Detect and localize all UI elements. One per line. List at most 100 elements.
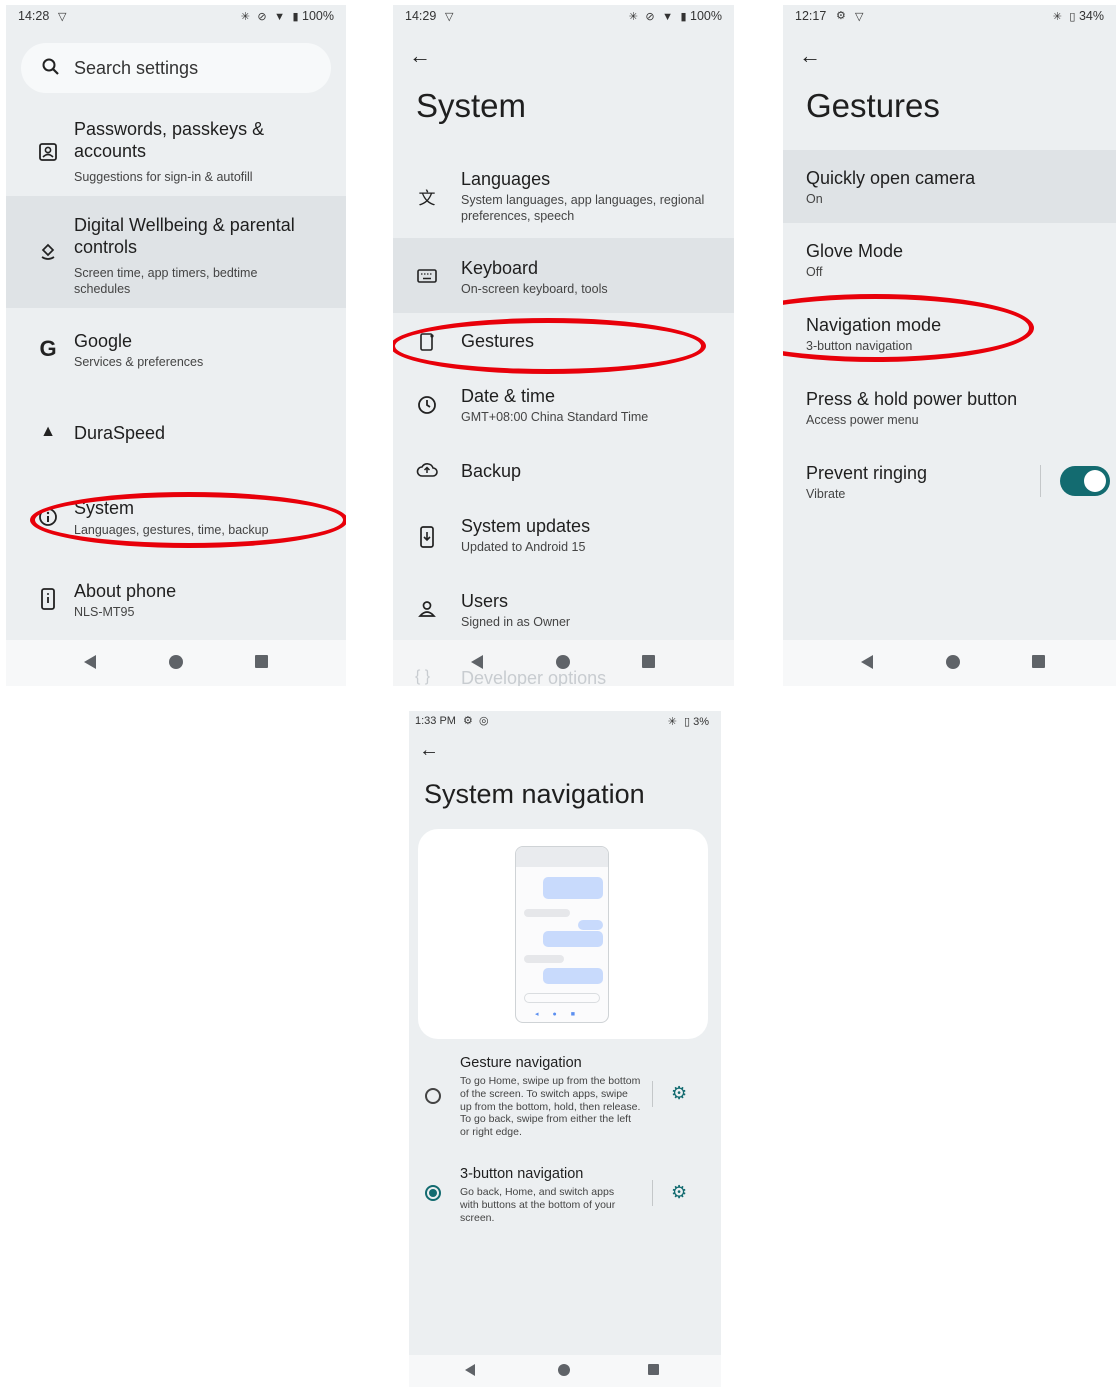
keyboard-icon [415, 264, 439, 288]
settings-gear-icon: ⚙ [836, 10, 846, 22]
gesture-item-glove-mode[interactable]: Glove Mode Off [783, 223, 1116, 296]
settings-item-digital-wellbeing[interactable]: Digital Wellbeing & parental controls Sc… [6, 196, 346, 308]
battery-icon: ▯ [1069, 11, 1076, 23]
battery-icon: ▮ [292, 11, 299, 23]
vpn-shield-icon: ▽ [855, 11, 864, 23]
gestures-screen: 12:17 ⚙ ▽ ✳ ▯ 34% ← Gestures Quickly ope… [783, 5, 1116, 686]
clock-icon [415, 393, 439, 417]
back-arrow-icon[interactable]: ← [799, 43, 821, 69]
developer-options-label[interactable]: Developer options [461, 668, 606, 686]
gesture-navigation-radio[interactable] [425, 1088, 441, 1104]
gesture-item-prevent-ringing[interactable]: Prevent ringing Vibrate [783, 445, 1116, 518]
status-bar: 12:17 ⚙ ▽ ✳ ▯ 34% [783, 5, 1116, 29]
status-bar: 14:28 ▽ ✳ ⊘ ▼ ▮ 100% [6, 5, 346, 29]
sync-icon: ◎ [479, 715, 489, 727]
back-arrow-icon[interactable]: ← [419, 739, 439, 762]
settings-gear-icon: ⚙ [463, 715, 473, 727]
translate-icon: 文 [418, 188, 436, 208]
nav-home-icon[interactable] [169, 655, 183, 669]
mute-icon: ⊘ [257, 11, 267, 23]
divider [1040, 465, 1041, 497]
nav-bar [783, 640, 1116, 686]
system-item-users[interactable]: Users Signed in as Owner [393, 580, 734, 642]
status-time: 14:28 [18, 9, 50, 23]
system-item-keyboard[interactable]: Keyboard On-screen keyboard, tools [393, 238, 734, 313]
option-3-button-navigation[interactable]: 3-button navigation Go back, Home, and s… [409, 1163, 721, 1233]
vpn-shield-icon: ▽ [58, 11, 67, 23]
system-update-icon [415, 525, 439, 549]
code-braces-icon: { } [415, 668, 431, 685]
cloud-backup-icon [415, 458, 439, 482]
nav-recents-icon[interactable] [1032, 655, 1045, 668]
bluetooth-icon: ✳ [667, 716, 677, 728]
nav-recents-icon[interactable] [642, 655, 655, 668]
system-item-system-updates[interactable]: System updates Updated to Android 15 [393, 505, 734, 567]
nav-recents-icon[interactable] [648, 1364, 659, 1375]
nav-home-icon[interactable] [558, 1364, 570, 1376]
nav-home-icon[interactable] [946, 655, 960, 669]
nav-home-icon[interactable] [556, 655, 570, 669]
nav-bar [6, 640, 346, 686]
back-arrow-icon[interactable]: ← [409, 43, 431, 69]
mockup-nav-buttons: ◂●■ [535, 1011, 589, 1018]
gestures-icon [415, 330, 439, 354]
bluetooth-icon: ✳ [240, 11, 250, 23]
wifi-icon: ▼ [662, 11, 673, 23]
wellbeing-icon [36, 240, 60, 264]
gesture-item-power-button[interactable]: Press & hold power button Access power m… [783, 371, 1116, 444]
settings-item-duraspeed[interactable]: ▲ DuraSpeed [6, 400, 346, 465]
battery-icon: ▯ [683, 716, 691, 728]
bluetooth-icon: ✳ [628, 11, 638, 23]
prevent-ringing-toggle[interactable] [1060, 466, 1110, 496]
battery-percent: 3% [693, 716, 709, 728]
nav-back-icon[interactable] [465, 1364, 475, 1376]
search-placeholder: Search settings [74, 58, 199, 78]
battery-percent: 100% [302, 9, 334, 23]
gesture-item-quick-camera[interactable]: Quickly open camera On [783, 150, 1116, 223]
settings-item-system[interactable]: System Languages, gestures, time, backup [6, 485, 346, 555]
status-time: 12:17 [795, 9, 827, 23]
page-title: Gestures [806, 87, 940, 124]
nav-back-icon[interactable] [84, 655, 96, 669]
info-icon [36, 505, 60, 529]
battery-icon: ▮ [680, 11, 687, 23]
vpn-shield-icon: ▽ [445, 11, 454, 23]
nav-bar: { } Developer options [393, 640, 734, 686]
settings-item-google[interactable]: G Google Services & preferences [6, 317, 346, 389]
system-item-backup[interactable]: Backup [393, 445, 734, 495]
settings-item-passwords[interactable]: Passwords, passkeys & accounts Suggestio… [6, 110, 346, 195]
divider [652, 1180, 653, 1206]
google-icon: G [39, 336, 57, 361]
phone-mockup: ◂●■ [515, 846, 609, 1023]
settings-item-about-phone[interactable]: About phone NLS-MT95 [6, 570, 346, 640]
page-title: System navigation [424, 779, 645, 809]
nav-recents-icon[interactable] [255, 655, 268, 668]
battery-percent: 34% [1078, 9, 1104, 23]
system-navigation-screen: 1:33 PM ⚙ ◎ ✳ ▯ 3% ← System navigation ◂… [409, 711, 721, 1387]
gesture-item-navigation-mode[interactable]: Navigation mode 3-button navigation [783, 297, 1116, 370]
phone-info-icon [36, 587, 60, 611]
status-time: 1:33 PM [415, 715, 456, 727]
system-item-gestures[interactable]: Gestures [393, 317, 734, 367]
search-bar[interactable]: Search settings [21, 43, 331, 93]
option-gesture-navigation[interactable]: Gesture navigation To go Home, swipe up … [409, 1051, 721, 1146]
status-bar: 14:29 ▽ ✳ ⊘ ▼ ▮ 100% [393, 5, 734, 29]
page-title: System [416, 87, 527, 124]
system-item-date-time[interactable]: Date & time GMT+08:00 China Standard Tim… [393, 375, 734, 437]
3-button-navigation-radio[interactable] [425, 1185, 441, 1201]
mute-icon: ⊘ [645, 11, 655, 23]
divider [652, 1081, 653, 1107]
nav-back-icon[interactable] [861, 655, 873, 669]
3-button-settings-gear-icon[interactable]: ⚙ [671, 1182, 687, 1203]
nav-bar [409, 1355, 721, 1387]
bluetooth-icon: ✳ [1052, 11, 1062, 23]
navigation-illustration: ◂●■ [418, 829, 708, 1039]
status-bar: 1:33 PM ⚙ ◎ ✳ ▯ 3% [409, 711, 721, 735]
rocket-icon: ▲ [40, 423, 56, 440]
nav-back-icon[interactable] [471, 655, 483, 669]
wifi-icon: ▼ [274, 11, 285, 23]
status-time: 14:29 [405, 9, 437, 23]
system-item-languages[interactable]: 文 Languages System languages, app langua… [393, 160, 734, 238]
gesture-settings-gear-icon[interactable]: ⚙ [671, 1083, 687, 1104]
settings-main-screen: 14:28 ▽ ✳ ⊘ ▼ ▮ 100% Search settings Pas… [6, 5, 346, 686]
